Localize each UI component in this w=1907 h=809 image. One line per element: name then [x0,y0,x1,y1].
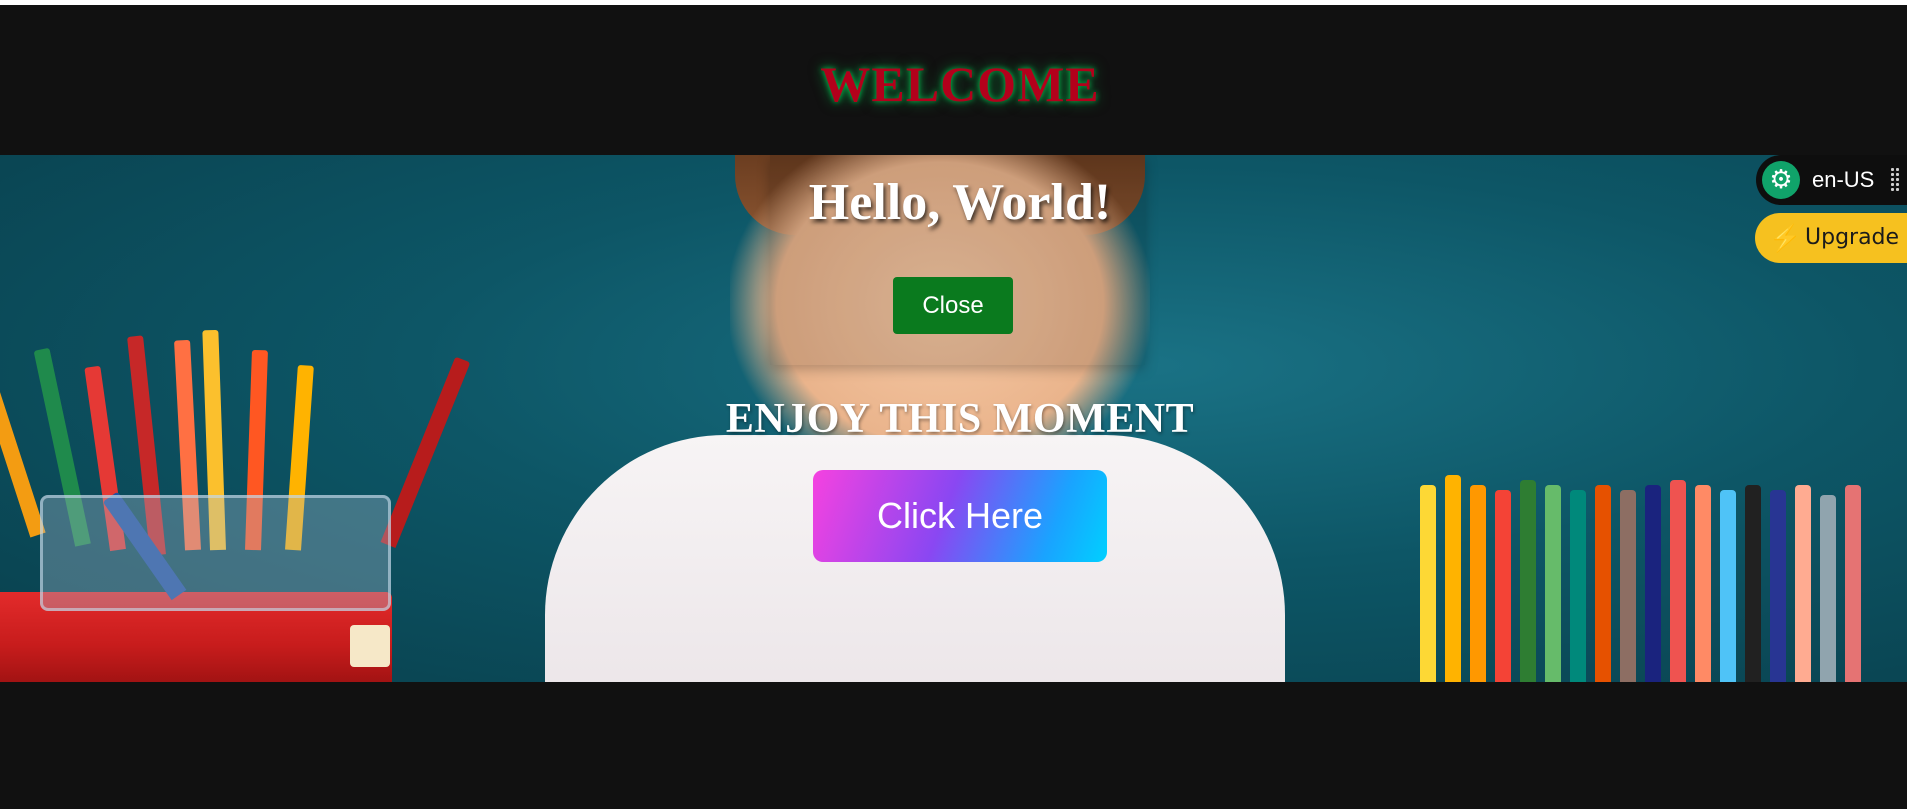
pencil-decor [1570,490,1586,682]
lightning-icon: ⚡ [1769,223,1802,253]
pencil-decor [1795,485,1811,682]
dialog-heading: Hello, World! [808,174,1112,231]
pencil-decor [1495,490,1511,682]
pencil-decor [1445,475,1461,682]
pencil-decor [1420,485,1436,682]
pencil-decor [1645,485,1661,682]
pencil-decor [1520,480,1536,682]
pencil-decor [1695,485,1711,682]
pencil-decor [1470,485,1486,682]
drag-handle-icon[interactable] [1890,167,1900,193]
pencil-decor [380,356,471,548]
pencil-decor [1595,485,1611,682]
click-here-button[interactable]: Click Here [813,470,1107,562]
pencil-decor [0,361,46,538]
pencil-decor [1770,490,1786,682]
pencil-decor [1720,490,1736,682]
upgrade-label: Upgrade [1805,225,1900,250]
pencil-decor [1820,495,1836,682]
pencil-decor [1670,480,1686,682]
pencil-decor [1620,490,1636,682]
upgrade-button[interactable]: ⚡ Upgrade [1755,213,1907,263]
book-page-decor [350,625,390,667]
welcome-heading: WELCOME [820,56,1100,112]
site-header: WELCOME [0,5,1907,155]
pencil-decor [1845,485,1861,682]
pencil-cup-decor [40,495,391,611]
pencil-decor [1545,485,1561,682]
page-footer [0,682,1907,809]
gear-icon[interactable]: ⚙ [1762,161,1800,199]
hero-banner: Hello, World! Close ENJOY THIS MOMENT Cl… [0,155,1907,682]
language-label: en-US [1812,167,1875,192]
tagline-heading: ENJOY THIS MOMENT [725,396,1195,442]
close-button[interactable]: Close [893,277,1013,334]
language-widget[interactable]: ⚙ en-US [1756,155,1907,205]
pencil-decor [1745,485,1761,682]
